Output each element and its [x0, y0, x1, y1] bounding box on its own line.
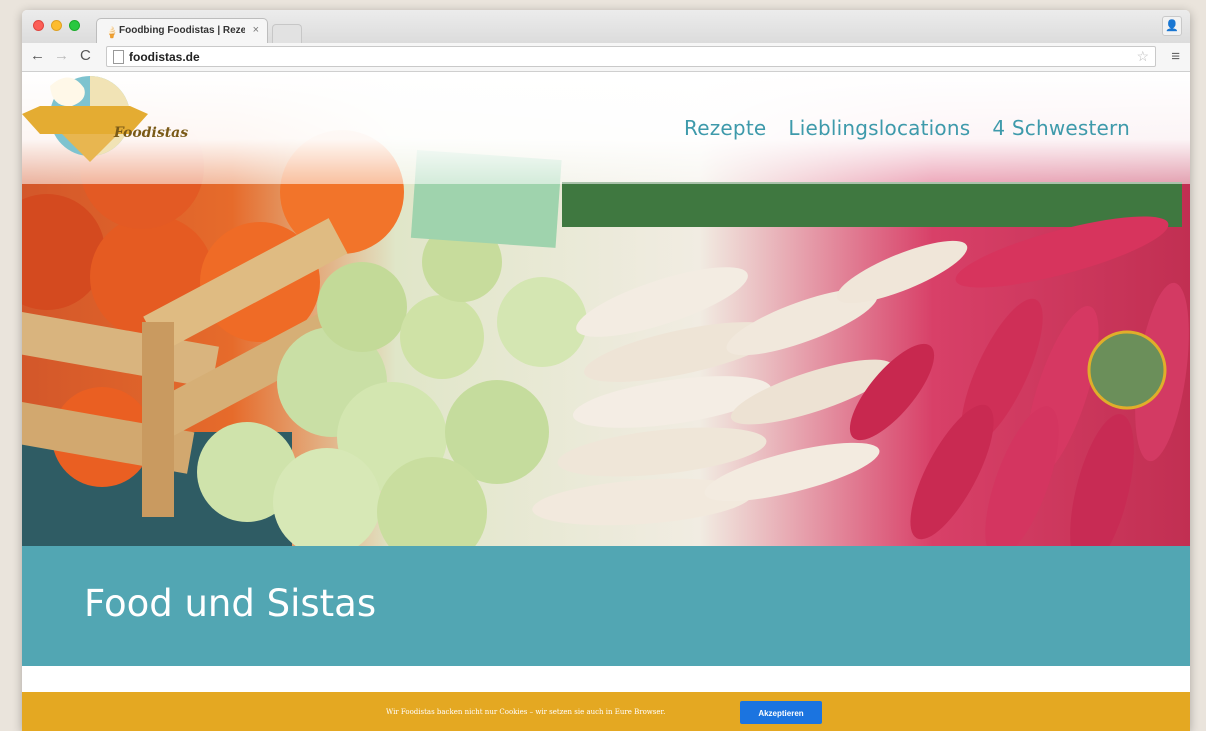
browser-tab[interactable]: 🍦 Foodbing Foodistas | Rezepte × [96, 18, 268, 43]
zoom-window-button[interactable] [69, 20, 80, 31]
page-title: Food und Sistas [84, 582, 377, 625]
page-icon [113, 50, 124, 64]
back-arrow-icon[interactable]: ← [30, 47, 45, 64]
accept-cookies-button[interactable]: Akzeptieren [740, 701, 822, 724]
reload-icon[interactable]: C [80, 47, 91, 64]
menu-icon[interactable]: ≡ [1171, 48, 1180, 65]
foodistas-logo-icon[interactable] [22, 72, 148, 162]
forward-arrow-icon[interactable]: → [54, 47, 69, 64]
main-navigation: Rezepte Lieblingslocations 4 Schwestern [684, 116, 1130, 140]
title-bar: 🍦 Foodbing Foodistas | Rezepte × 👤 [22, 10, 1190, 44]
tab-close-icon[interactable]: × [253, 24, 259, 36]
new-tab-button[interactable] [272, 24, 302, 44]
minimize-window-button[interactable] [51, 20, 62, 31]
close-window-button[interactable] [33, 20, 44, 31]
nav-item-lieblingslocations[interactable]: Lieblingslocations [788, 116, 970, 140]
address-bar[interactable]: foodistas.de ☆ [106, 46, 1156, 67]
profile-icon[interactable]: 👤 [1162, 16, 1182, 36]
browser-window: 🍦 Foodbing Foodistas | Rezepte × 👤 ← → C… [22, 10, 1190, 731]
nav-item-rezepte[interactable]: Rezepte [684, 116, 766, 140]
web-page: Foodistas Rezepte Lieblingslocations 4 S… [22, 72, 1190, 731]
cookie-message: Wir Foodistas backen nicht nur Cookies –… [386, 708, 666, 716]
url-text[interactable]: foodistas.de [129, 50, 200, 64]
content-area [22, 666, 1190, 692]
star-icon[interactable]: ☆ [1136, 48, 1149, 65]
cookie-banner: Wir Foodistas backen nicht nur Cookies –… [22, 692, 1190, 731]
hero-image: Foodistas Rezepte Lieblingslocations 4 S… [22, 72, 1190, 546]
logo-text: Foodistas [113, 125, 189, 141]
browser-toolbar: ← → C foodistas.de ☆ ≡ [22, 43, 1190, 72]
favicon-icon: 🍦 [105, 27, 119, 39]
tab-title: Foodbing Foodistas | Rezepte [119, 25, 245, 36]
nav-item-4-schwestern[interactable]: 4 Schwestern [992, 116, 1130, 140]
title-band: Food und Sistas [22, 546, 1190, 666]
